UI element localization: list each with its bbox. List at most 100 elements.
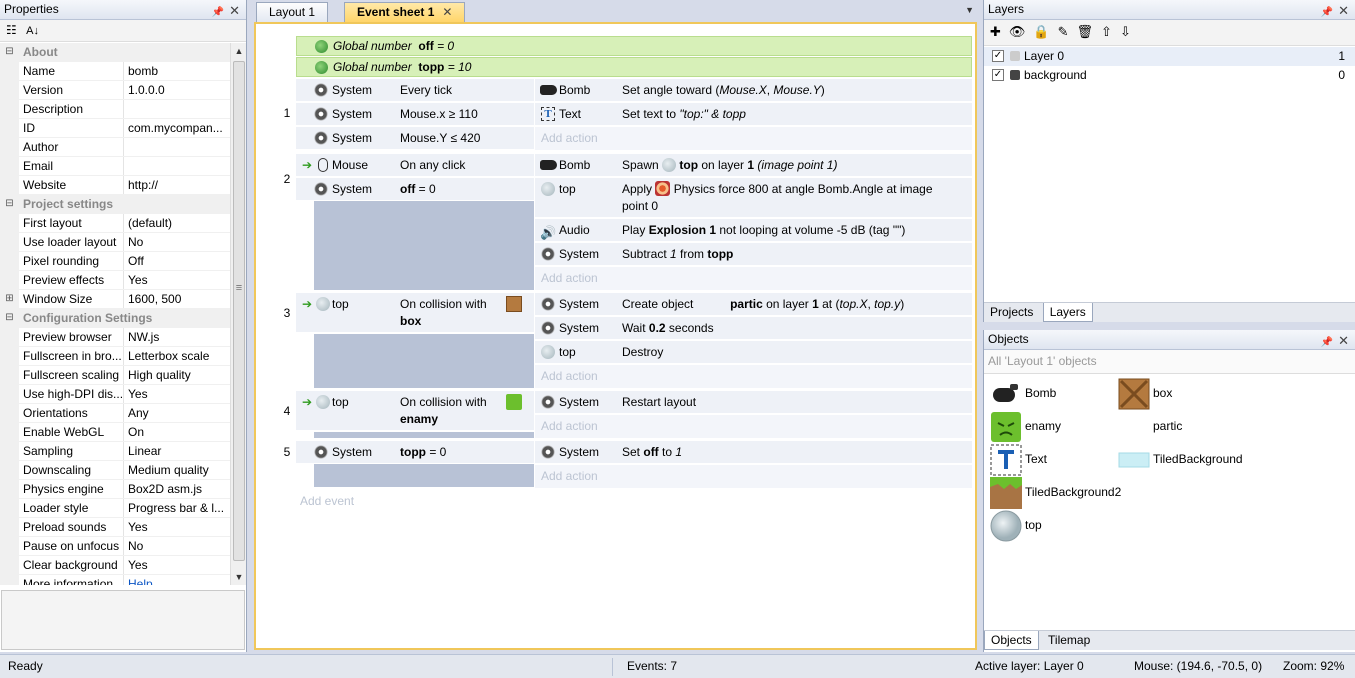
tab-layers[interactable]: Layers	[1042, 303, 1093, 322]
property-value[interactable]: Off	[124, 252, 230, 270]
property-row[interactable]: Fullscreen in bro... Letterbox scale	[0, 347, 230, 366]
property-row[interactable]: Sampling Linear	[0, 442, 230, 461]
tab-layout-1[interactable]: Layout 1	[256, 2, 329, 22]
property-value[interactable]: http://	[124, 176, 230, 194]
action-row[interactable]: System Create object partic on layer 1 a…	[535, 293, 972, 316]
scroll-down-icon[interactable]: ▼	[231, 569, 247, 585]
add-action-link[interactable]: Add action	[535, 415, 972, 438]
condition-row[interactable]: ➔ top On collision with enamy	[296, 391, 534, 431]
tab-tilemap[interactable]: Tilemap	[1042, 631, 1096, 650]
property-row[interactable]: More information Help	[0, 575, 230, 585]
action-row[interactable]: System Restart layout	[535, 391, 972, 414]
expand-toggle-icon[interactable]: ⊞	[0, 290, 19, 308]
add-layer-icon[interactable]: ✚	[990, 24, 1009, 39]
property-row[interactable]: Orientations Any	[0, 404, 230, 423]
action-row[interactable]: top Destroy	[535, 341, 972, 364]
property-value[interactable]: Yes	[124, 556, 230, 574]
property-value[interactable]: Letterbox scale	[124, 347, 230, 365]
property-row[interactable]: Downscaling Medium quality	[0, 461, 230, 480]
trash-icon[interactable]: 🗑	[1077, 24, 1102, 39]
property-value[interactable]: 1600, 500	[124, 290, 230, 308]
pin-icon[interactable]: 📌	[212, 3, 224, 22]
add-event-link[interactable]: Add event	[300, 494, 354, 508]
pencil-icon[interactable]: ✎	[1058, 24, 1077, 39]
property-row[interactable]: Use high-DPI dis... Yes	[0, 385, 230, 404]
scroll-up-icon[interactable]: ▲	[231, 43, 247, 59]
tab-projects[interactable]: Projects	[984, 303, 1039, 322]
property-row[interactable]: ⊞ Window Size 1600, 500	[0, 290, 230, 309]
move-up-icon[interactable]: ⇧	[1101, 24, 1120, 39]
property-value[interactable]: bomb	[124, 62, 230, 80]
property-row[interactable]: Pixel rounding Off	[0, 252, 230, 271]
add-action-link[interactable]: Add action	[535, 465, 972, 488]
global-variable-topp[interactable]: Global number topp = 10	[296, 57, 972, 77]
action-row[interactable]: Bomb Set angle toward (Mouse.X, Mouse.Y)	[535, 79, 972, 102]
tab-objects[interactable]: Objects	[984, 631, 1039, 650]
property-value[interactable]: High quality	[124, 366, 230, 384]
property-row[interactable]: Email	[0, 157, 230, 176]
layer-visible-checkbox[interactable]: ✓	[992, 69, 1004, 81]
property-value[interactable]	[124, 100, 230, 118]
property-row[interactable]: Clear background Yes	[0, 556, 230, 575]
property-value[interactable]: Linear	[124, 442, 230, 460]
property-category[interactable]: ⊟ About	[0, 43, 230, 62]
add-action-link[interactable]: Add action	[535, 267, 972, 290]
property-value[interactable]	[124, 157, 230, 175]
condition-row[interactable]: System Mouse.Y ≤ 420	[296, 127, 534, 150]
condition-row[interactable]: System Mouse.x ≥ 110	[296, 103, 534, 126]
pin-icon[interactable]: 📌	[1321, 3, 1333, 22]
expand-toggle-icon[interactable]: ⊟	[0, 195, 19, 213]
property-row[interactable]: Author	[0, 138, 230, 157]
layer-row-layer-0[interactable]: ✓ Layer 0 1	[984, 47, 1355, 66]
property-value[interactable]: com.mycompan...	[124, 119, 230, 137]
close-icon[interactable]: ✕	[229, 1, 240, 20]
properties-scrollbar[interactable]: ▲ ≡ ▼	[230, 43, 246, 585]
property-row[interactable]: Physics engine Box2D asm.js	[0, 480, 230, 499]
condition-row[interactable]: System Every tick	[296, 79, 534, 102]
action-row[interactable]: System Set off to 1	[535, 441, 972, 464]
lock-icon[interactable]	[1010, 70, 1020, 80]
property-value[interactable]: NW.js	[124, 328, 230, 346]
add-action-link[interactable]: Add action	[535, 127, 972, 150]
tab-menu-icon[interactable]: ▼	[965, 5, 974, 15]
property-value[interactable]: Any	[124, 404, 230, 422]
close-tab-icon[interactable]: ✕	[442, 5, 452, 19]
expand-toggle-icon[interactable]: ⊟	[0, 43, 19, 61]
property-value[interactable]: No	[124, 233, 230, 251]
property-value[interactable]: 1.0.0.0	[124, 81, 230, 99]
property-row[interactable]: First layout (default)	[0, 214, 230, 233]
close-icon[interactable]: ✕	[1338, 1, 1349, 20]
property-value[interactable]: On	[124, 423, 230, 441]
property-value[interactable]	[124, 138, 230, 156]
property-row[interactable]: Loader style Progress bar & l...	[0, 499, 230, 518]
condition-row[interactable]: System topp = 0	[296, 441, 534, 464]
property-value[interactable]: Yes	[124, 271, 230, 289]
condition-row[interactable]: ➔ top On collision with box	[296, 293, 534, 333]
property-row[interactable]: ID com.mycompan...	[0, 119, 230, 138]
layer-visible-checkbox[interactable]: ✓	[992, 50, 1004, 62]
property-value[interactable]: No	[124, 537, 230, 555]
action-row[interactable]: 🔊 Audio Play Explosion 1 not looping at …	[535, 219, 972, 242]
property-row[interactable]: Preview effects Yes	[0, 271, 230, 290]
property-row[interactable]: Version 1.0.0.0	[0, 81, 230, 100]
tab-event-sheet-1[interactable]: Event sheet 1 ✕	[344, 2, 466, 22]
add-action-link[interactable]: Add action	[535, 365, 972, 388]
lock-icon[interactable]	[1010, 51, 1020, 61]
scroll-thumb[interactable]	[233, 61, 245, 561]
property-row[interactable]: Pause on unfocus No	[0, 537, 230, 556]
property-row[interactable]: Use loader layout No	[0, 233, 230, 252]
property-row[interactable]: Enable WebGL On	[0, 423, 230, 442]
global-variable-off[interactable]: Global number off = 0	[296, 36, 972, 56]
property-value[interactable]: (default)	[124, 214, 230, 232]
help-link[interactable]: Help	[124, 575, 230, 585]
condition-row[interactable]: System off = 0	[296, 178, 534, 201]
action-row[interactable]: T Text Set text to "top:" & topp	[535, 103, 972, 126]
layer-row-background[interactable]: ✓ background 0	[984, 66, 1355, 85]
property-value[interactable]: Yes	[124, 385, 230, 403]
objects-filter[interactable]: All 'Layout 1' objects	[984, 350, 1355, 374]
close-icon[interactable]: ✕	[1338, 331, 1349, 350]
alphabetical-sort-icon[interactable]: A↓	[26, 25, 39, 37]
condition-row[interactable]: ➔ Mouse On any click	[296, 154, 534, 177]
property-value[interactable]: Yes	[124, 518, 230, 536]
property-value[interactable]: Box2D asm.js	[124, 480, 230, 498]
